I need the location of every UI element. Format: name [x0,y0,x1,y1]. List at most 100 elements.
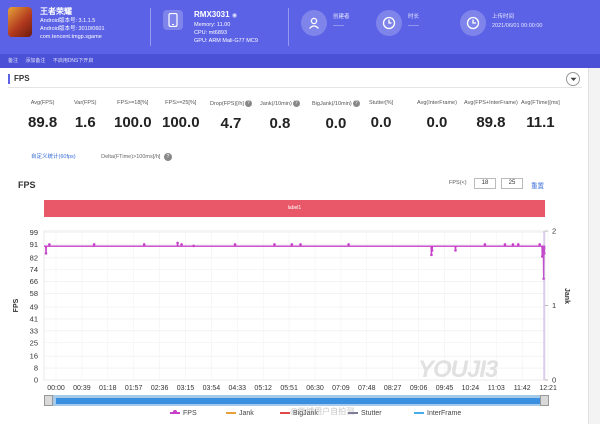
x-tick-label: 01:57 [125,385,143,392]
x-tick-label: 05:51 [280,385,298,392]
y-tick-label: 99 [30,228,38,237]
y-tick-label: 58 [30,289,38,298]
metric-value: 100.0 [162,114,200,131]
fps-chart: 0 8 16 25 33 41 49 58 66 74 82 91 99 00:00 00:39 01:18 0… [13,227,570,393]
metric-label: FPS>=25[%] [165,100,197,106]
metric-label: Avg(FTime)[ms] [521,100,560,106]
fps-data-point [180,243,183,246]
metric-label: Avg(FPS) [30,100,55,106]
dns-note: 不启用DNS下开启 [52,58,94,64]
legend-swatch [414,412,424,415]
help-icon[interactable]: ? [244,100,252,107]
upload-time-stat: 上传时间 2021/06/01 00:00:00 [492,14,543,29]
metric-value: 0.8 [269,115,291,132]
game-meta-line: com.tencent.tmgp.sgame [40,34,102,40]
device-meta-line: Memory: 11.00 [194,22,231,28]
metric-label: Avg(InterFrame) [417,100,457,106]
help-icon[interactable]: ? [163,152,172,161]
x-tick-label: 09:06 [410,385,428,392]
y2-tick-label: 0 [552,376,556,385]
custom-stats-link[interactable]: 自定义统计(60fps) [31,154,76,160]
fps-data-point [48,243,51,246]
fps-data-point [273,243,276,246]
metric-label: FPS>=18[%] [117,100,149,106]
metric: Var(FPS) 1.6 [74,100,97,131]
metric: Drop(FPS)[/h]? 4.7 [210,100,252,132]
fps-filter-label: FPS(<) [449,180,467,186]
range-handle-right[interactable] [540,395,549,406]
legend-item[interactable]: Jank [226,410,254,417]
y-tick-label: 41 [30,314,38,323]
metric-label: Drop(FPS)[/h]? [210,100,252,107]
fps-data-point [233,243,237,246]
fps-data-point [430,249,434,252]
legend-label: Stutter [361,410,382,417]
x-tick-label: 05:12 [254,385,272,392]
metric: Avg(InterFrame) 0.0 [417,100,457,131]
x-tick-label: 02:36 [151,385,169,392]
help-icon[interactable]: ? [352,100,360,107]
reset-button[interactable]: 重置 [531,180,544,190]
time-range-slider[interactable] [44,395,545,406]
user-icon [301,10,327,36]
y-tick-label: 49 [30,302,38,311]
legend-item[interactable]: FPS [170,410,197,417]
metric-value: 0.0 [325,115,347,132]
metric-label: Var(FPS) [74,100,97,106]
legend-swatch [280,412,290,415]
label-band[interactable]: label1 [44,200,545,217]
fps-data-point [538,243,541,246]
y-tick-label: 25 [30,338,38,347]
y-tick-label: 33 [30,326,38,335]
fps-data-point [290,243,294,246]
page-scrollbar[interactable] [588,68,600,424]
fps-data-point [92,243,96,246]
notes-label: 备注 [8,58,19,64]
y2-tick-label: 2 [552,227,556,236]
x-tick-label: 06:30 [306,385,324,392]
collapse-button[interactable] [566,72,580,86]
metric-value: 89.8 [28,114,58,131]
metric: BigJank(/10min)? 0.0 [312,100,360,132]
time-range-selection[interactable] [56,398,542,404]
device-meta-line: CPU: mt6893 [194,30,228,36]
y2-axis-title: Jank [563,288,570,304]
legend-label: FPS [183,410,197,417]
chart-title: FPS [18,180,36,190]
x-tick-label: 07:48 [358,385,376,392]
fps-data-point [176,241,179,245]
x-tick-label: 00:00 [47,385,65,392]
y-tick-label: 74 [30,265,38,274]
legend-swatch [226,412,236,415]
y-tick-label: 8 [34,364,38,373]
metric: Avg(FPS) 89.8 [28,100,57,131]
fps-threshold-high-input[interactable]: 25 [501,178,523,189]
x-tick-label: 11:42 [514,385,531,392]
x-tick-label: 09:45 [436,385,454,392]
metric: Jank(/10min)? 0.8 [260,100,300,132]
header-divider [288,8,289,46]
report-header: 王者荣耀 Android版本号: 3.1.1.5 Android版本号: 301… [0,0,600,54]
metric-label: Avg(FPS+InterFrame) [464,100,518,106]
notes-bar: 备注 添加备注 不启用DNS下开启 [0,54,600,68]
x-tick-label: 00:39 [73,385,91,392]
legend-swatch [170,410,180,415]
fps-data-point [516,243,520,246]
help-icon[interactable]: ? [292,100,300,107]
fps-data-point [541,255,544,258]
fps-threshold-low-input[interactable]: 18 [474,178,496,189]
metric-label: Jank(/10min)? [260,100,300,107]
game-meta-line: Android版本号: 3.1.1.5 [40,18,96,24]
range-handle-left[interactable] [44,395,53,406]
add-note-link[interactable]: 添加备注 [25,58,45,64]
metric-value: 89.8 [476,114,506,131]
legend-label: Jank [239,410,254,417]
metric: FPS>=18[%] 100.0 [114,100,152,131]
game-icon [8,7,32,37]
x-tick-label: 04:33 [229,385,247,392]
stats-links: 自定义统计(60fps) Delta(FTime)>100ms[/h] ? [31,152,172,161]
metric-value: 1.6 [74,114,96,131]
legend-item[interactable]: InterFrame [414,410,461,417]
fps-data-point [192,244,195,248]
fps-data-point [142,243,146,246]
